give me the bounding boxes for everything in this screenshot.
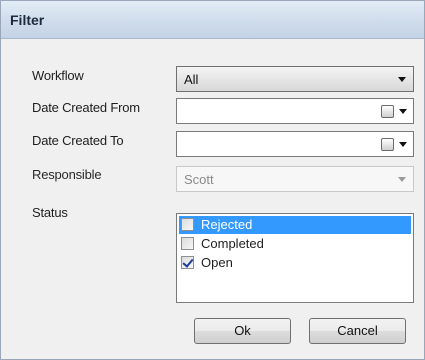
calendar-icon[interactable] (381, 105, 394, 118)
status-item-label: Rejected (201, 217, 253, 232)
checkbox-rejected[interactable] (181, 218, 194, 231)
chevron-down-icon (398, 177, 406, 182)
chevron-down-icon[interactable] (399, 109, 407, 114)
workflow-dropdown[interactable]: All (176, 66, 414, 92)
checkbox-completed[interactable] (181, 237, 194, 250)
status-item-rejected[interactable]: Rejected (179, 216, 411, 234)
responsible-label: Responsible (32, 167, 102, 182)
checkbox-open[interactable] (181, 256, 194, 269)
cancel-button[interactable]: Cancel (309, 318, 406, 344)
status-item-open[interactable]: Open (179, 254, 411, 272)
workflow-value: All (184, 72, 199, 87)
responsible-dropdown: Scott (176, 166, 414, 192)
calendar-icon[interactable] (381, 138, 394, 151)
status-label: Status (32, 205, 68, 220)
ok-button[interactable]: Ok (194, 318, 291, 344)
dialog-body: Workflow All Date Created From Date Crea… (1, 40, 424, 359)
filter-dialog: Filter Workflow All Date Created From Da… (0, 0, 425, 360)
status-item-label: Open (201, 255, 233, 270)
date-created-to-label: Date Created To (32, 133, 124, 148)
responsible-value: Scott (184, 172, 214, 187)
date-created-to-picker[interactable] (176, 131, 414, 157)
status-item-label: Completed (201, 236, 264, 251)
date-created-from-picker[interactable] (176, 98, 414, 124)
status-checklist[interactable]: Rejected Completed Open (176, 213, 414, 303)
dialog-title: Filter (10, 12, 45, 28)
title-bar[interactable]: Filter (1, 1, 424, 39)
workflow-label: Workflow (32, 68, 84, 83)
date-created-from-label: Date Created From (32, 100, 140, 115)
chevron-down-icon (398, 77, 406, 82)
chevron-down-icon[interactable] (399, 142, 407, 147)
status-item-completed[interactable]: Completed (179, 235, 411, 253)
